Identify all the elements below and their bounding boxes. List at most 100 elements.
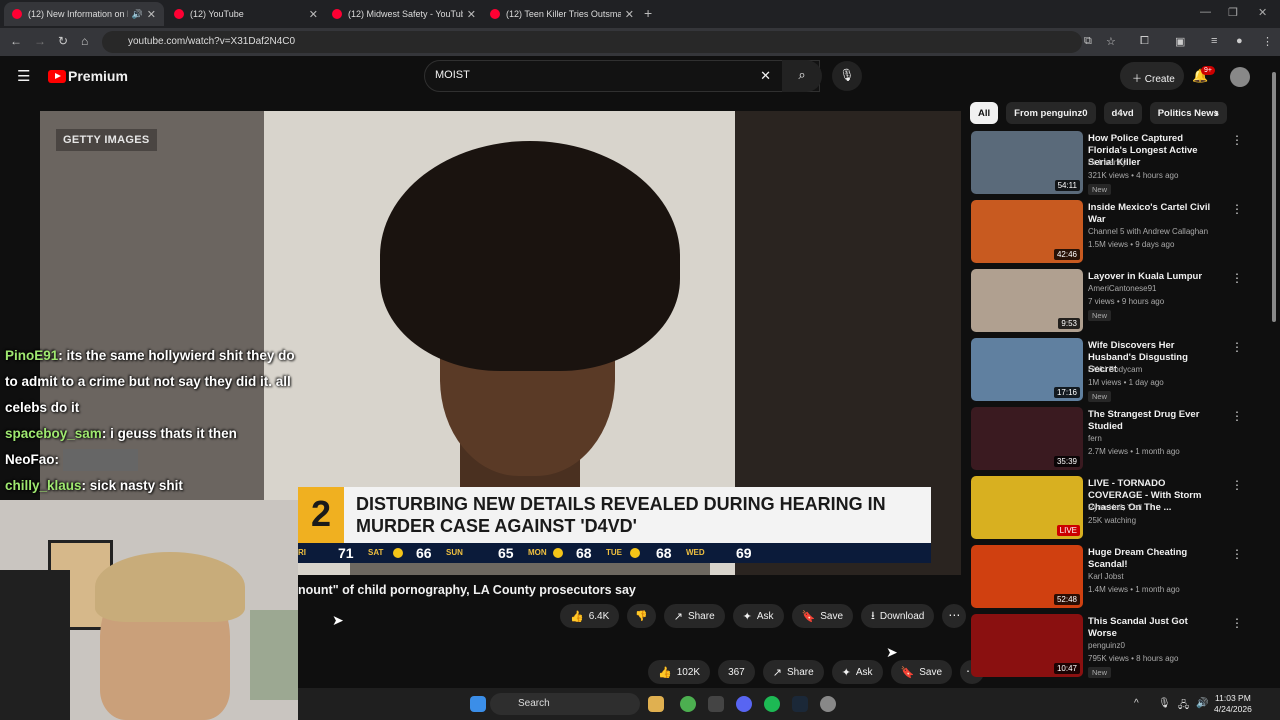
page-scrollbar[interactable] <box>1270 62 1278 682</box>
recommendation-item[interactable]: 10:47 This Scandal Just Got Worse penguinz… <box>971 614 1251 683</box>
recommendation-item[interactable]: 42:46 Inside Mexico's Cartel Civil War Cha… <box>971 200 1251 269</box>
window-close-icon[interactable]: ✕ <box>1258 6 1267 19</box>
recommendation-item[interactable]: LIVE LIVE - TORNADO COVERAGE - With Storm… <box>971 476 1251 545</box>
recommendation-title[interactable]: The Strangest Drug Ever Studied <box>1088 409 1216 433</box>
recommendation-channel[interactable]: AmeriCantonese91 <box>1088 284 1156 293</box>
more-options-icon[interactable]: ⋮ <box>1231 202 1243 216</box>
video-thumbnail[interactable]: 54:11 <box>971 131 1083 194</box>
more-options-icon[interactable]: ⋮ <box>1231 409 1243 423</box>
recommendation-channel[interactable]: fern <box>1088 434 1102 443</box>
video-thumbnail[interactable]: 52:48 <box>971 545 1083 608</box>
tab-new-information[interactable]: (12) New Information on D 🔊 ✕ <box>4 2 164 26</box>
close-tab-icon[interactable]: ✕ <box>147 8 156 21</box>
scrollbar-thumb[interactable] <box>1272 72 1276 322</box>
recommendation-channel[interactable]: penguinz0 <box>1088 641 1125 650</box>
recommendation-channel[interactable]: EWU Bodycam <box>1088 365 1142 374</box>
more-options-icon[interactable]: ⋮ <box>1231 340 1243 354</box>
chip-d4vd[interactable]: d4vd <box>1103 102 1142 124</box>
video-thumbnail[interactable]: LIVE <box>971 476 1083 539</box>
recommendation-title[interactable]: Layover in Kuala Lumpur <box>1088 271 1216 283</box>
download-button[interactable]: ⭳ Download <box>861 604 935 628</box>
steam-icon[interactable] <box>792 696 808 712</box>
sidebar-icon[interactable]: ▣ <box>1175 35 1185 48</box>
like-button[interactable]: 👍 102K <box>648 660 711 684</box>
more-options-icon[interactable]: ⋮ <box>1231 478 1243 492</box>
pinned-app-icon[interactable] <box>648 696 664 712</box>
dislike-button[interactable]: 👎 <box>627 604 656 628</box>
new-tab-icon[interactable]: + <box>644 5 652 21</box>
browser-menu-icon[interactable]: ⋮ <box>1262 35 1273 48</box>
chrome-icon[interactable] <box>680 696 696 712</box>
url-field[interactable]: youtube.com/watch?v=X31Daf2N4C0 <box>102 31 1082 53</box>
create-button[interactable]: ＋ Create <box>1120 62 1184 90</box>
save-button[interactable]: 🔖 Save <box>791 604 854 628</box>
extensions-icon[interactable]: ⧠ <box>1140 35 1149 48</box>
close-tab-icon[interactable]: ✕ <box>625 8 634 21</box>
share-button[interactable]: ↗ Share <box>663 604 725 628</box>
settings-gear-icon[interactable] <box>820 696 836 712</box>
more-actions-button[interactable]: ⋯ <box>942 604 967 628</box>
video-thumbnail[interactable]: 17:16 <box>971 338 1083 401</box>
ask-button[interactable]: ✦ Ask <box>831 660 883 684</box>
chevron-right-icon[interactable]: › <box>1214 104 1219 120</box>
recommendation-channel[interactable]: Dr Insanity <box>1088 158 1126 167</box>
recommendation-title[interactable]: This Scandal Just Got Worse <box>1088 616 1216 640</box>
clear-search-icon[interactable]: ✕ <box>760 68 771 84</box>
video-thumbnail[interactable]: 9:53 <box>971 269 1083 332</box>
volume-icon[interactable]: 🔊 <box>1196 698 1208 709</box>
recommendation-title[interactable]: Huge Dream Cheating Scandal! <box>1088 547 1216 571</box>
youtube-logo[interactable]: Premium <box>48 68 128 84</box>
video-thumbnail[interactable]: 42:46 <box>971 200 1083 263</box>
close-tab-icon[interactable]: ✕ <box>309 8 318 21</box>
forward-icon[interactable]: → <box>34 34 46 48</box>
search-input[interactable]: MOIST ✕ <box>424 60 820 92</box>
reload-icon[interactable]: ↻ <box>58 34 68 48</box>
tab-teen-killer[interactable]: (12) Teen Killer Tries Outsmarti ✕ <box>482 2 642 26</box>
close-tab-icon[interactable]: ✕ <box>467 8 476 21</box>
taskbar-clock[interactable]: 11:03 PM 4/24/2026 <box>1214 693 1252 715</box>
recommendation-title[interactable]: Inside Mexico's Cartel Civil War <box>1088 202 1216 226</box>
spotify-icon[interactable] <box>764 696 780 712</box>
search-button[interactable]: ⌕ <box>782 60 822 92</box>
tray-mic-icon[interactable]: 🎙 <box>1158 698 1171 709</box>
tab-midwest-safety[interactable]: (12) Midwest Safety - YouTube ✕ <box>324 2 484 26</box>
dislike-count[interactable]: 367 <box>718 660 755 684</box>
chip-from-penguinz0[interactable]: From penguinz0 <box>1006 102 1096 124</box>
recommendation-item[interactable]: 52:48 Huge Dream Cheating Scandal! Karl Jo… <box>971 545 1251 614</box>
ask-button[interactable]: ✦ Ask <box>732 604 784 628</box>
recommendation-item[interactable]: 9:53 Layover in Kuala Lumpur AmeriCantones… <box>971 269 1251 338</box>
recommendation-channel[interactable]: Ryan Hall, Y'all <box>1088 503 1142 512</box>
minimize-icon[interactable]: — <box>1200 6 1211 18</box>
video-thumbnail[interactable]: 35:39 <box>971 407 1083 470</box>
tab-youtube[interactable]: (12) YouTube ✕ <box>166 2 326 26</box>
hamburger-menu-icon[interactable]: ☰ <box>17 67 30 85</box>
more-options-icon[interactable]: ⋮ <box>1231 133 1243 147</box>
taskbar-search[interactable]: Search <box>490 693 640 715</box>
more-options-icon[interactable]: ⋮ <box>1231 616 1243 630</box>
media-icon[interactable]: ≡ <box>1211 35 1217 47</box>
avatar[interactable] <box>1230 67 1250 87</box>
share-button[interactable]: ↗ Share <box>762 660 824 684</box>
tray-chevron-icon[interactable]: ^ <box>1134 698 1139 709</box>
profile-icon[interactable]: ● <box>1236 35 1243 47</box>
video-thumbnail[interactable]: 10:47 <box>971 614 1083 677</box>
recommendation-item[interactable]: 54:11 How Police Captured Florida's Longe… <box>971 131 1251 200</box>
home-icon[interactable]: ⌂ <box>81 34 88 48</box>
save-button[interactable]: 🔖 Save <box>890 660 953 684</box>
recommendation-item[interactable]: 35:39 The Strangest Drug Ever Studied fern… <box>971 407 1251 476</box>
like-button[interactable]: 👍 6.4K <box>560 604 620 628</box>
back-icon[interactable]: ← <box>10 34 22 48</box>
network-icon[interactable]: 🖧 <box>1178 698 1189 715</box>
restore-icon[interactable]: ❐ <box>1228 6 1238 19</box>
install-app-icon[interactable]: ⧉ <box>1084 35 1092 48</box>
recommendation-channel[interactable]: Karl Jobst <box>1088 572 1124 581</box>
voice-search-button[interactable]: 🎙 <box>832 61 862 91</box>
more-options-icon[interactable]: ⋮ <box>1231 271 1243 285</box>
recommendation-item[interactable]: 17:16 Wife Discovers Her Husband's Disgus… <box>971 338 1251 407</box>
more-options-icon[interactable]: ⋮ <box>1231 547 1243 561</box>
recommendation-channel[interactable]: Channel 5 with Andrew Callaghan <box>1088 227 1208 236</box>
windows-start-icon[interactable] <box>470 696 486 712</box>
app-icon[interactable] <box>708 696 724 712</box>
bookmark-star-icon[interactable]: ☆ <box>1106 35 1116 48</box>
chip-all[interactable]: All <box>970 102 999 124</box>
